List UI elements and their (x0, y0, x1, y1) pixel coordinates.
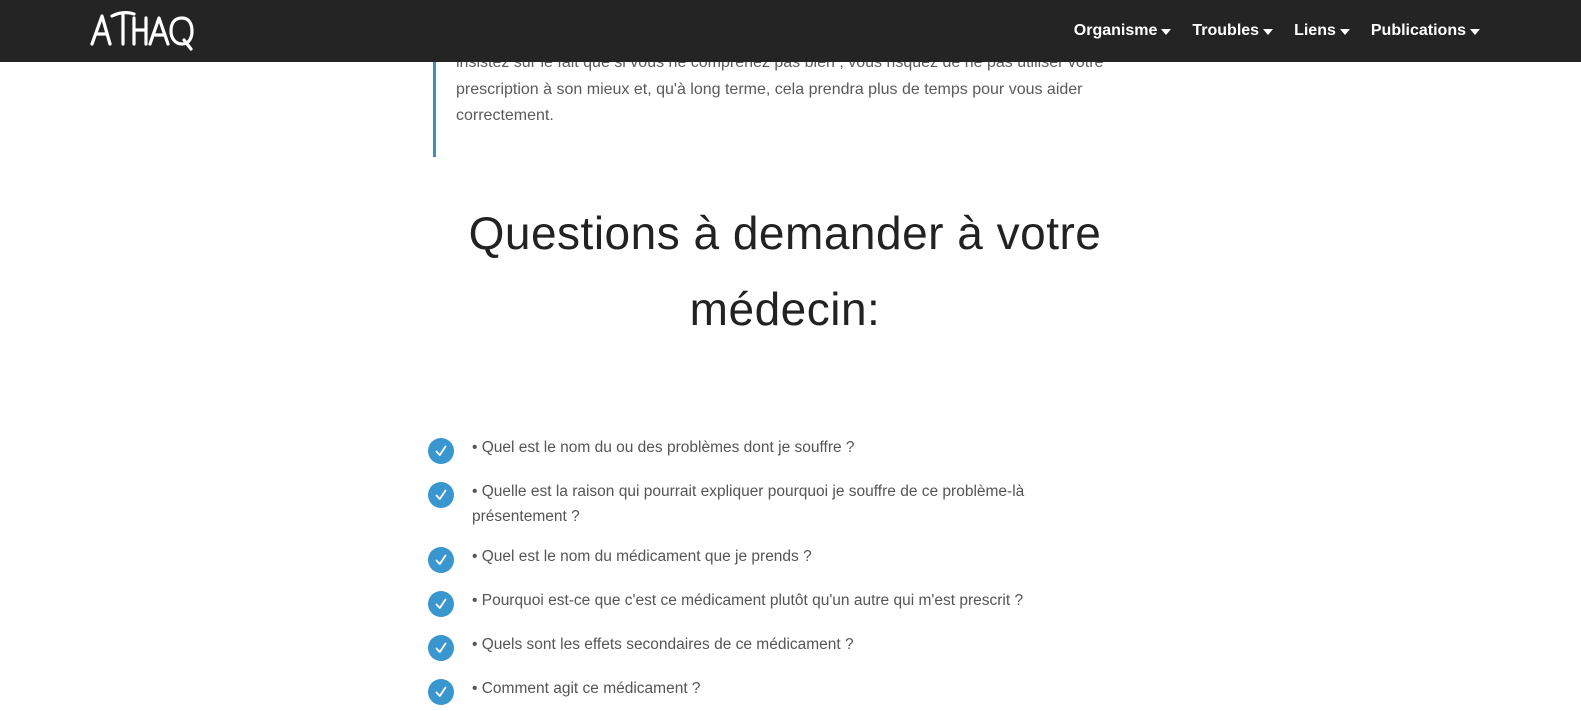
nav-item-publications[interactable]: Publications (1371, 22, 1480, 40)
list-item: • Quelle est la raison qui pourrait expl… (428, 480, 1148, 529)
checkmark-icon (428, 482, 454, 508)
nav-label: Organisme (1073, 22, 1158, 39)
nav-item-organisme[interactable]: Organisme (1074, 22, 1172, 40)
nav-label: Liens (1294, 22, 1336, 39)
checkmark-icon (428, 547, 454, 573)
caret-down-icon (1263, 29, 1274, 35)
checkmark-icon (428, 591, 454, 617)
nav-label: Troubles (1192, 22, 1260, 39)
list-item: • Quels sont les effets secondaires de c… (428, 633, 1148, 661)
athaq-logo-icon (90, 11, 194, 51)
checkmark-icon (428, 679, 454, 705)
checkmark-icon (428, 438, 454, 464)
page: Organisme Troubles Liens Publications in… (0, 0, 1581, 711)
list-item-text: • Quel est le nom du médicament que je p… (472, 548, 812, 565)
list-item-text: • Comment agit ce médicament ? (472, 680, 701, 697)
list-item: • Quel est le nom du ou des problèmes do… (428, 436, 1148, 464)
list-item-text: • Quels sont les effets secondaires de c… (472, 636, 854, 653)
nav-item-liens[interactable]: Liens (1294, 22, 1350, 40)
checkmark-icon (428, 635, 454, 661)
list-item-text: • Quel est le nom du ou des problèmes do… (472, 439, 855, 456)
list-item-text: • Pourquoi est-ce que c'est ce médicamen… (472, 592, 1024, 609)
site-logo[interactable] (90, 9, 194, 53)
questions-checklist: • Quel est le nom du ou des problèmes do… (428, 436, 1148, 711)
list-item: • Pourquoi est-ce que c'est ce médicamen… (428, 589, 1148, 617)
list-item-text: • Quelle est la raison qui pourrait expl… (472, 483, 1025, 525)
nav-item-troubles[interactable]: Troubles (1192, 22, 1274, 40)
list-item: • Quel est le nom du médicament que je p… (428, 545, 1148, 573)
top-navigation-bar: Organisme Troubles Liens Publications (0, 0, 1581, 62)
caret-down-icon (1470, 29, 1480, 35)
nav-label: Publications (1370, 22, 1466, 39)
section-heading: Questions à demander à votre médecin: (440, 195, 1130, 347)
heading-line-2: médecin: (689, 283, 881, 335)
main-nav: Organisme Troubles Liens Publications (1074, 0, 1480, 62)
list-item: • Comment agit ce médicament ? (428, 677, 1148, 705)
caret-down-icon (1161, 29, 1172, 35)
heading-line-1: Questions à demander à votre (468, 207, 1102, 259)
caret-down-icon (1339, 29, 1350, 35)
